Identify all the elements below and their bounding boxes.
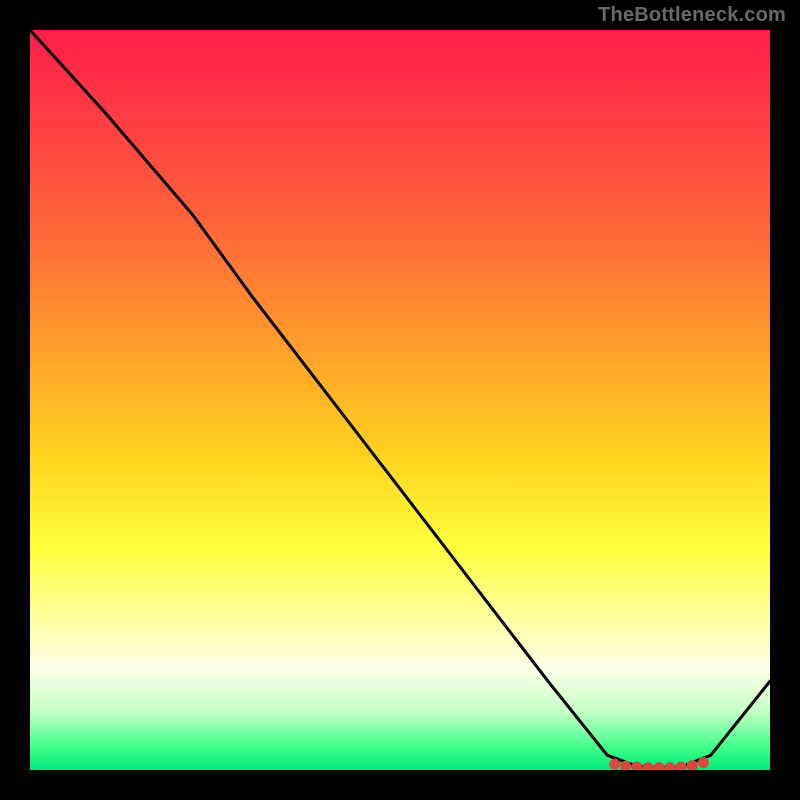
- marker-dot: [698, 757, 709, 768]
- chart-markers: [609, 757, 709, 770]
- marker-dot: [631, 762, 642, 771]
- watermark-text: TheBottleneck.com: [598, 4, 786, 27]
- marker-dot: [642, 762, 653, 770]
- marker-dot: [654, 762, 665, 770]
- chart-svg: [30, 30, 770, 770]
- marker-dot: [665, 762, 676, 770]
- chart-stage: TheBottleneck.com: [0, 0, 800, 800]
- chart-line: [30, 30, 770, 768]
- marker-dot: [609, 759, 620, 770]
- marker-dot: [676, 762, 687, 771]
